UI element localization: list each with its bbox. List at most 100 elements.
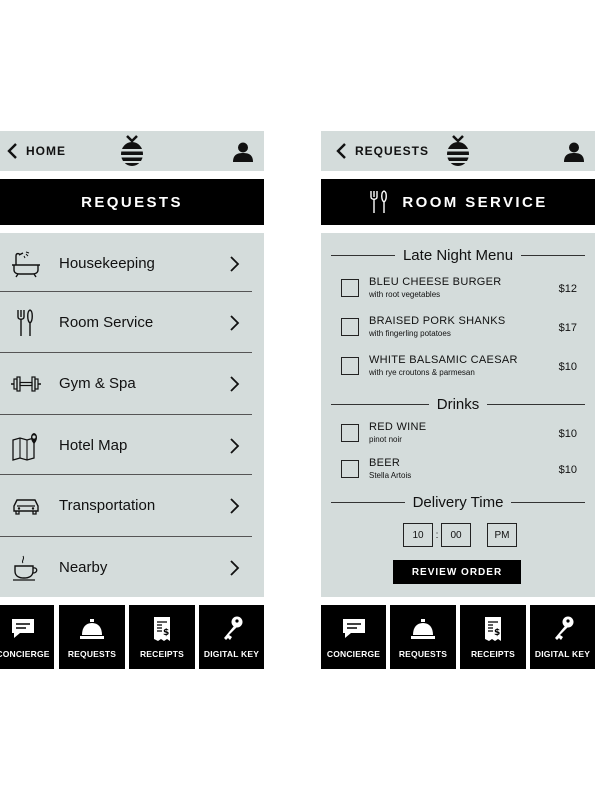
list-item-hotel-map[interactable]: Hotel Map bbox=[0, 415, 252, 476]
back-button[interactable]: HOME bbox=[4, 141, 66, 161]
period-field[interactable]: PM bbox=[487, 523, 517, 547]
top-bar: HOME bbox=[0, 131, 264, 171]
bottom-tab-bar: CONCIERGE REQUESTS $ RECEIPTS DIGITAL KE… bbox=[0, 605, 264, 669]
chat-bubble-icon bbox=[342, 619, 365, 638]
list-item-label: Housekeeping bbox=[59, 255, 155, 272]
divider bbox=[331, 403, 429, 405]
chevron-left-icon bbox=[7, 143, 17, 159]
list-item-label: Hotel Map bbox=[59, 437, 128, 454]
utensils-icon bbox=[17, 308, 33, 336]
delivery-time-picker: 10 : 00 PM bbox=[403, 523, 517, 547]
bee-logo-icon bbox=[121, 135, 143, 166]
drink-item[interactable]: RED WINE pinot noir $10 bbox=[341, 421, 577, 455]
tab-requests[interactable]: REQUESTS bbox=[59, 605, 125, 669]
chevron-right-icon bbox=[230, 375, 240, 392]
section-title: Drinks bbox=[436, 395, 480, 413]
chevron-right-icon bbox=[230, 314, 240, 331]
key-icon bbox=[223, 616, 242, 640]
time-separator: : bbox=[435, 529, 439, 541]
menu-item[interactable]: BLEU CHEESE BURGER with root vegetables … bbox=[341, 276, 577, 310]
svg-text:$: $ bbox=[163, 628, 169, 638]
item-description: with rye croutons & parmesan bbox=[369, 368, 475, 377]
item-price: $10 bbox=[558, 464, 577, 476]
item-description: pinot noir bbox=[369, 435, 402, 444]
chevron-right-icon bbox=[230, 255, 240, 272]
item-checkbox[interactable] bbox=[341, 318, 359, 336]
tab-label: REQUESTS bbox=[67, 649, 117, 659]
item-checkbox[interactable] bbox=[341, 357, 359, 375]
item-description: Stella Artois bbox=[369, 471, 412, 480]
item-name: BRAISED PORK SHANKS bbox=[369, 315, 506, 327]
tab-digital-key[interactable]: DIGITAL KEY bbox=[530, 605, 595, 669]
review-order-button[interactable]: REVIEW ORDER bbox=[393, 560, 521, 584]
bottom-tab-bar: CONCIERGE REQUESTS $ RECEIPTS DIGITAL KE… bbox=[321, 605, 595, 669]
tab-label: CONCIERGE bbox=[0, 649, 50, 659]
svg-text:$: $ bbox=[494, 628, 500, 638]
tab-concierge[interactable]: CONCIERGE bbox=[0, 605, 54, 669]
item-checkbox[interactable] bbox=[341, 279, 359, 297]
item-description: with root vegetables bbox=[369, 290, 441, 299]
list-item-transportation[interactable]: Transportation bbox=[0, 475, 252, 536]
back-button[interactable]: REQUESTS bbox=[333, 141, 429, 161]
utensils-icon bbox=[370, 190, 388, 213]
requests-list: Housekeeping Room Service Gym & Spa Hote… bbox=[0, 233, 264, 597]
tab-label: DIGITAL KEY bbox=[534, 649, 591, 659]
item-checkbox[interactable] bbox=[341, 460, 359, 478]
coffee-cup-icon bbox=[13, 555, 38, 581]
tab-receipts[interactable]: $ RECEIPTS bbox=[460, 605, 526, 669]
list-item-label: Transportation bbox=[59, 497, 156, 514]
tab-label: RECEIPTS bbox=[470, 649, 516, 659]
item-price: $12 bbox=[558, 283, 577, 295]
item-description: with fingerling potatoes bbox=[369, 329, 451, 338]
list-item-gym-spa[interactable]: Gym & Spa bbox=[0, 353, 252, 414]
user-icon[interactable] bbox=[232, 141, 254, 163]
section-header-late-night: Late Night Menu bbox=[331, 245, 586, 265]
page-title-bar: ROOM SERVICE bbox=[321, 179, 595, 225]
list-item-label: Nearby bbox=[59, 559, 108, 576]
menu-item[interactable]: BRAISED PORK SHANKS with fingerling pota… bbox=[341, 315, 577, 349]
list-item-nearby[interactable]: Nearby bbox=[0, 537, 252, 598]
service-bell-icon bbox=[411, 619, 435, 639]
item-price: $17 bbox=[558, 322, 577, 334]
room-service-screen: REQUESTS ROOM SERVICE Late Night Menu BL… bbox=[321, 131, 595, 671]
back-label: REQUESTS bbox=[355, 144, 430, 158]
page-title-bar: REQUESTS bbox=[0, 179, 264, 225]
user-icon[interactable] bbox=[563, 141, 585, 163]
page-title: ROOM SERVICE bbox=[402, 193, 548, 211]
requests-screen: HOME REQUESTS Housekeeping Room Service … bbox=[0, 131, 264, 671]
section-header-drinks: Drinks bbox=[331, 394, 586, 414]
tab-label: DIGITAL KEY bbox=[203, 649, 260, 659]
divider bbox=[487, 403, 586, 405]
dumbbell-icon bbox=[11, 375, 41, 392]
menu-item[interactable]: WHITE BALSAMIC CAESAR with rye croutons … bbox=[341, 354, 577, 388]
receipt-icon: $ bbox=[485, 617, 501, 641]
tab-receipts[interactable]: $ RECEIPTS bbox=[129, 605, 195, 669]
bee-logo-icon bbox=[447, 135, 469, 166]
chat-bubble-icon bbox=[12, 619, 34, 638]
list-item-label: Room Service bbox=[59, 314, 154, 331]
item-name: BEER bbox=[369, 457, 401, 469]
hour-field[interactable]: 10 bbox=[403, 523, 433, 547]
item-price: $10 bbox=[558, 361, 577, 373]
top-bar: REQUESTS bbox=[321, 131, 595, 171]
list-item-housekeeping[interactable]: Housekeeping bbox=[0, 233, 252, 294]
item-checkbox[interactable] bbox=[341, 424, 359, 442]
tab-concierge[interactable]: CONCIERGE bbox=[321, 605, 386, 669]
chevron-right-icon bbox=[230, 497, 240, 514]
chevron-right-icon bbox=[230, 437, 240, 454]
divider bbox=[511, 501, 586, 503]
tab-requests[interactable]: REQUESTS bbox=[390, 605, 456, 669]
tab-digital-key[interactable]: DIGITAL KEY bbox=[199, 605, 264, 669]
page-title: REQUESTS bbox=[81, 193, 183, 211]
divider bbox=[521, 254, 586, 256]
back-label: HOME bbox=[26, 144, 66, 158]
bathtub-icon bbox=[12, 251, 40, 277]
item-name: BLEU CHEESE BURGER bbox=[369, 276, 502, 288]
list-item-label: Gym & Spa bbox=[59, 375, 136, 392]
service-bell-icon bbox=[80, 619, 104, 639]
list-item-room-service[interactable]: Room Service bbox=[0, 292, 252, 353]
divider bbox=[331, 501, 405, 503]
drink-item[interactable]: BEER Stella Artois $10 bbox=[341, 457, 577, 491]
minute-field[interactable]: 00 bbox=[441, 523, 471, 547]
section-header-delivery: Delivery Time bbox=[331, 492, 586, 512]
